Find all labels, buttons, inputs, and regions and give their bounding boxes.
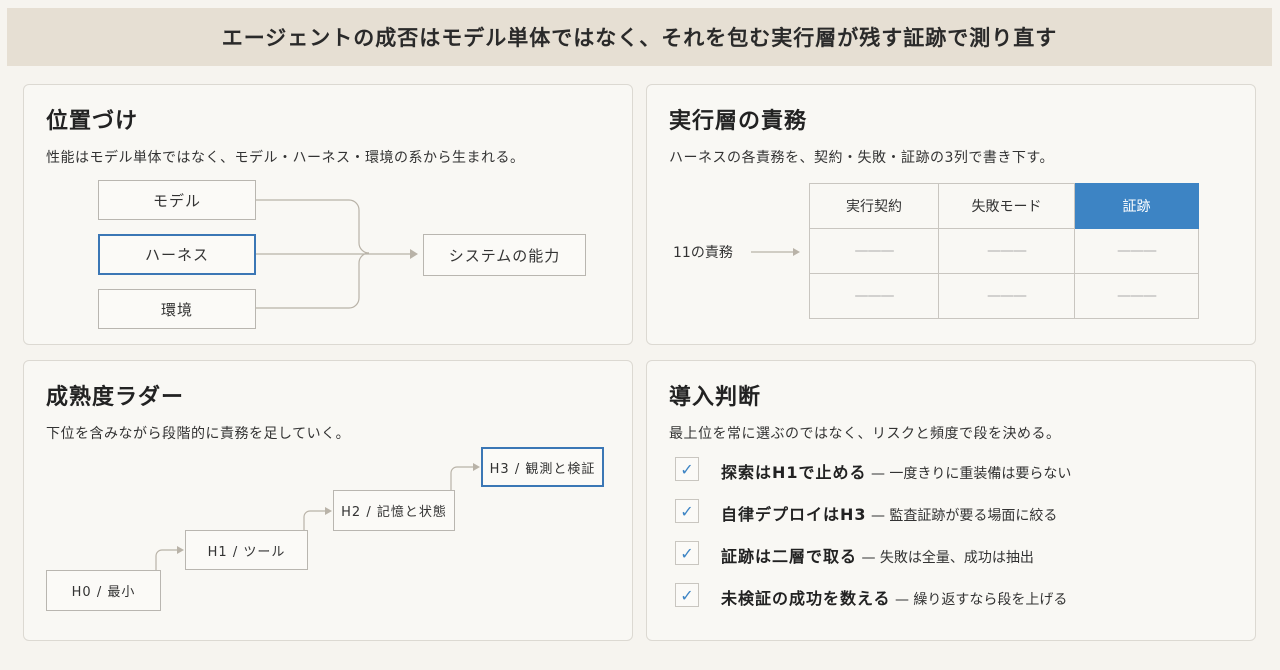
item-heading: 証跡は二層で取る [721, 547, 858, 566]
panel-subtitle: 最上位を常に選ぶのではなく、リスクと頻度で段を決める。 [669, 426, 1061, 442]
list-item: 証跡は二層で取る — 失敗は全量、成功は抽出 [721, 543, 1034, 567]
panel-duties: 実行層の責務 ハーネスの各責務を、契約・失敗・証跡の3列で書き下す。 11の責務… [646, 84, 1256, 345]
item-heading: 未検証の成功を数える [721, 589, 891, 608]
column-header-evidence: 証跡 [1074, 183, 1199, 229]
check-icon: ✓ [675, 541, 699, 565]
item-detail: — 繰り返すなら段を上げる [890, 592, 1068, 608]
ladder-step-h0: H0 / 最小 [46, 570, 161, 611]
panel-ladder: 成熟度ラダー 下位を含みながら段階的に責務を足していく。 H0 / 最小 H1 … [23, 360, 633, 641]
item-detail: — 監査証跡が要る場面に絞る [866, 508, 1058, 524]
table-header-row: 実行契約 失敗モード 証跡 [809, 183, 1199, 229]
output-box-system: システムの能力 [423, 234, 586, 276]
check-icon: ✓ [675, 583, 699, 607]
list-item: 探索はH1で止める — 一度きりに重装備は要らない [721, 459, 1071, 483]
list-item: 未検証の成功を数える — 繰り返すなら段を上げる [721, 585, 1067, 609]
item-detail: — 失敗は全量、成功は抽出 [857, 550, 1034, 566]
table-cell-placeholder: ——— [854, 243, 895, 259]
check-icon: ✓ [675, 499, 699, 523]
ladder-step-h3: H3 / 観測と検証 [481, 447, 604, 487]
duties-table: 実行契約 失敗モード 証跡 ——— ——— ——— ——— ——— ——— [809, 183, 1199, 319]
banner-title: エージェントの成否はモデル単体ではなく、それを包む実行層が残す証跡で測り直す [7, 8, 1272, 66]
input-box-harness: ハーネス [98, 234, 256, 275]
ladder-step-h2: H2 / 記憶と状態 [333, 490, 455, 531]
check-icon: ✓ [675, 457, 699, 481]
panel-title: 導入判断 [669, 385, 762, 410]
table-cell-placeholder: ——— [854, 288, 895, 304]
panel-positioning: 位置づけ 性能はモデル単体ではなく、モデル・ハーネス・環境の系から生まれる。 モ… [23, 84, 633, 345]
table-row: ——— ——— ——— [809, 228, 1199, 274]
ladder-step-h1: H1 / ツール [185, 530, 308, 570]
table-cell-placeholder: ——— [987, 288, 1027, 304]
column-header-contract: 実行契約 [809, 183, 939, 229]
table-row: ——— ——— ——— [809, 273, 1199, 319]
table-cell-placeholder: ——— [1117, 243, 1157, 259]
table-cell-placeholder: ——— [987, 243, 1027, 259]
input-box-environment: 環境 [98, 289, 256, 329]
panel-adoption: 導入判断 最上位を常に選ぶのではなく、リスクと頻度で段を決める。 ✓ 探索はH1… [646, 360, 1256, 641]
item-heading: 自律デプロイはH3 [721, 505, 867, 524]
input-box-model: モデル [98, 180, 256, 220]
table-cell-placeholder: ——— [1117, 288, 1157, 304]
column-header-failure: 失敗モード [938, 183, 1075, 229]
item-heading: 探索はH1で止める [721, 463, 867, 482]
item-detail: — 一度きりに重装備は要らない [866, 466, 1072, 482]
list-item: 自律デプロイはH3 — 監査証跡が要る場面に絞る [721, 501, 1057, 525]
